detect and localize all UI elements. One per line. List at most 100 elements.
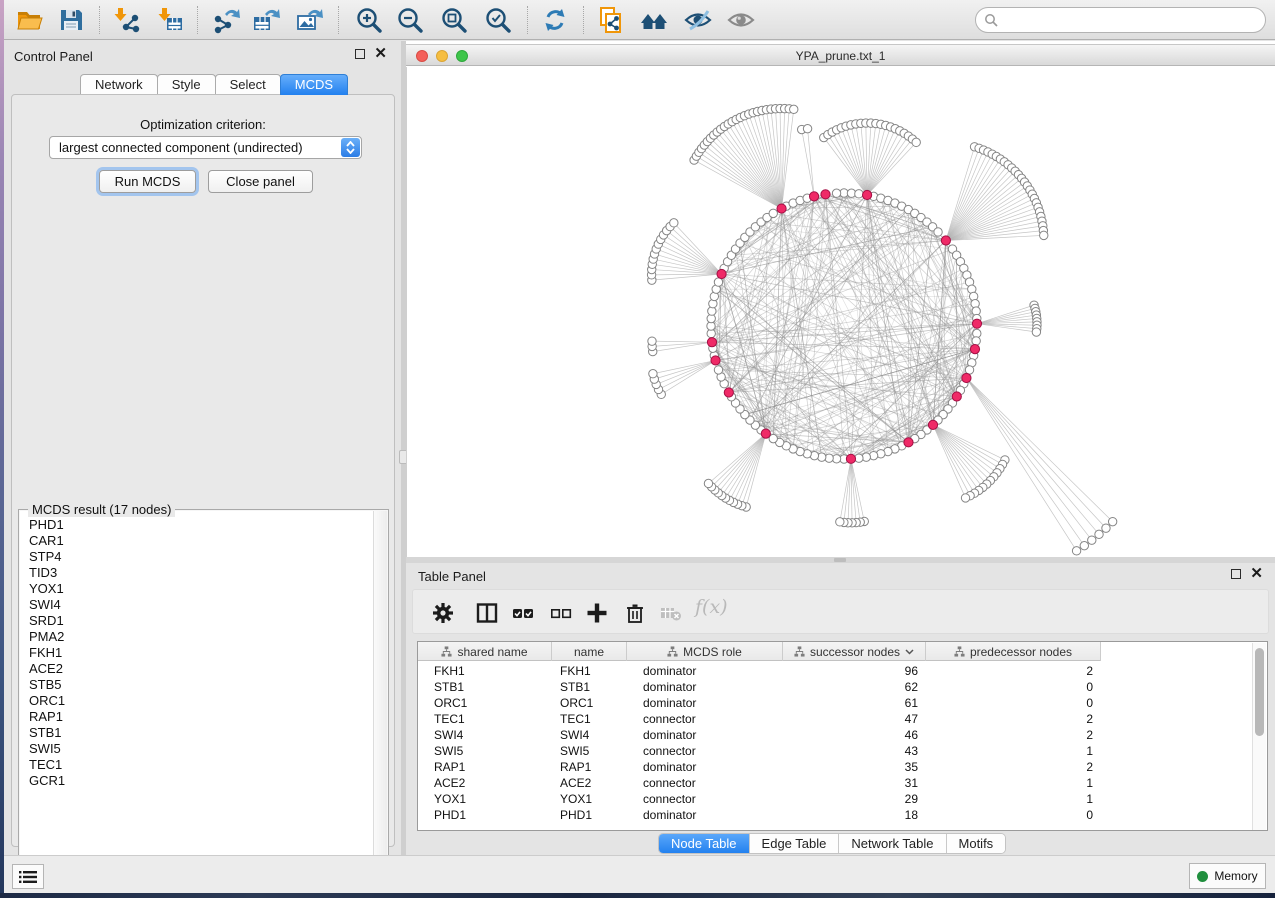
close-panel-button[interactable]: Close panel — [208, 170, 313, 193]
refresh-icon[interactable] — [540, 5, 570, 35]
export-image-icon[interactable] — [294, 5, 324, 35]
result-node-item[interactable]: STB1 — [20, 725, 372, 741]
network-canvas[interactable] — [406, 67, 1275, 557]
column-header-MCDS-role[interactable]: MCDS role — [627, 642, 783, 661]
table-row[interactable]: ACE2ACE2connector311 — [418, 775, 1101, 791]
cell-MCDS-role: dominator — [627, 807, 783, 823]
cell-shared-name: SWI5 — [418, 743, 552, 759]
column-header-predecessor-nodes[interactable]: predecessor nodes — [926, 642, 1101, 661]
table-type-tabs: Node TableEdge TableNetwork TableMotifs — [658, 833, 1006, 854]
result-node-item[interactable]: PHD1 — [20, 517, 372, 533]
column-header-shared-name[interactable]: shared name — [418, 642, 552, 661]
table-row[interactable]: SWI4SWI4dominator462 — [418, 727, 1101, 743]
cell-name: YOX1 — [552, 791, 627, 807]
optimization-criterion-dropdown[interactable]: largest connected component (undirected) — [49, 136, 362, 159]
task-history-button[interactable] — [12, 864, 44, 889]
tab-mcds[interactable]: MCDS — [280, 74, 348, 95]
table-row[interactable]: STB1STB1dominator620 — [418, 679, 1101, 695]
export-network-icon[interactable] — [211, 5, 241, 35]
import-table-icon[interactable] — [155, 5, 185, 35]
delete-column-icon[interactable] — [623, 601, 647, 625]
control-panel-tabs: NetworkStyleSelectMCDS — [80, 74, 347, 95]
cell-shared-name: SWI4 — [418, 727, 552, 743]
result-node-item[interactable]: RAP1 — [20, 709, 372, 725]
unselect-all-columns-icon[interactable] — [549, 601, 573, 625]
cell-successor-nodes: 62 — [783, 679, 926, 695]
table-row[interactable]: ORC1ORC1dominator610 — [418, 695, 1101, 711]
toolbar-separator — [99, 6, 100, 34]
result-node-item[interactable]: STP4 — [20, 549, 372, 565]
result-node-item[interactable]: STB5 — [20, 677, 372, 693]
tab-edge-table[interactable]: Edge Table — [750, 834, 840, 853]
hide-selected-icon[interactable] — [683, 5, 713, 35]
zoom-in-icon[interactable] — [354, 5, 384, 35]
table-settings-gear-icon[interactable] — [431, 601, 455, 625]
memory-status-icon — [1197, 871, 1208, 882]
desktop-wallpaper-bottom — [0, 893, 1275, 898]
mcds-tab-content: Optimization criterion: largest connecte… — [11, 94, 395, 847]
cell-shared-name: TEC1 — [418, 711, 552, 727]
select-all-columns-icon[interactable] — [511, 601, 535, 625]
table-row[interactable]: PHD1PHD1dominator180 — [418, 807, 1101, 823]
open-file-icon[interactable] — [14, 5, 44, 35]
search-input[interactable] — [975, 7, 1266, 33]
table-scrollbar-thumb[interactable] — [1255, 648, 1264, 736]
mcds-result-scrollbar[interactable] — [373, 511, 387, 873]
split-panel-icon[interactable] — [475, 601, 499, 625]
table-panel-title: Table Panel — [418, 569, 486, 584]
result-node-item[interactable]: ORC1 — [20, 693, 372, 709]
cell-shared-name: STB1 — [418, 679, 552, 695]
run-mcds-button[interactable]: Run MCDS — [99, 170, 196, 193]
tab-network-table[interactable]: Network Table — [839, 834, 946, 853]
table-row[interactable]: RAP1RAP1dominator352 — [418, 759, 1101, 775]
node-table: shared namenameMCDS rolesuccessor nodesp… — [417, 641, 1268, 831]
zoom-fit-icon[interactable] — [439, 5, 469, 35]
zoom-out-icon[interactable] — [395, 5, 425, 35]
column-header-name[interactable]: name — [552, 642, 627, 661]
float-panel-icon[interactable] — [355, 49, 365, 59]
memory-label: Memory — [1214, 869, 1257, 883]
cell-name: SWI5 — [552, 743, 627, 759]
mcds-result-list[interactable]: PHD1CAR1STP4TID3YOX1SWI4SRD1PMA2FKH1ACE2… — [20, 517, 372, 873]
network-window-titlebar[interactable]: YPA_prune.txt_1 — [406, 44, 1275, 66]
tab-style[interactable]: Style — [157, 74, 216, 95]
result-node-item[interactable]: SWI5 — [20, 741, 372, 757]
close-panel-icon[interactable]: ✕ — [374, 49, 387, 59]
tab-node-table[interactable]: Node Table — [659, 834, 750, 853]
create-column-icon[interactable] — [585, 601, 609, 625]
table-row[interactable]: YOX1YOX1connector291 — [418, 791, 1101, 807]
result-node-item[interactable]: ACE2 — [20, 661, 372, 677]
float-panel-icon[interactable] — [1231, 569, 1241, 579]
cell-successor-nodes: 18 — [783, 807, 926, 823]
cell-shared-name: ORC1 — [418, 695, 552, 711]
show-all-icon[interactable] — [726, 5, 756, 35]
result-node-item[interactable]: YOX1 — [20, 581, 372, 597]
new-network-from-selection-icon[interactable] — [596, 5, 626, 35]
result-node-item[interactable]: TEC1 — [20, 757, 372, 773]
close-panel-icon[interactable]: ✕ — [1250, 569, 1263, 579]
memory-button[interactable]: Memory — [1189, 863, 1266, 889]
result-node-item[interactable]: SRD1 — [20, 613, 372, 629]
list-icon — [19, 870, 37, 884]
tab-network[interactable]: Network — [80, 74, 158, 95]
table-scrollbar[interactable] — [1252, 643, 1266, 830]
table-row[interactable]: TEC1TEC1connector472 — [418, 711, 1101, 727]
zoom-selected-icon[interactable] — [483, 5, 513, 35]
result-node-item[interactable]: GCR1 — [20, 773, 372, 789]
first-neighbors-icon[interactable] — [639, 5, 669, 35]
dropdown-selected-value: largest connected component (undirected) — [50, 140, 341, 155]
result-node-item[interactable]: FKH1 — [20, 645, 372, 661]
table-row[interactable]: FKH1FKH1dominator962 — [418, 663, 1101, 679]
column-header-successor-nodes[interactable]: successor nodes — [783, 642, 926, 661]
export-table-icon[interactable] — [251, 5, 281, 35]
splitter-grip[interactable] — [834, 558, 846, 562]
result-node-item[interactable]: PMA2 — [20, 629, 372, 645]
result-node-item[interactable]: CAR1 — [20, 533, 372, 549]
tab-motifs[interactable]: Motifs — [947, 834, 1006, 853]
save-icon[interactable] — [56, 5, 86, 35]
result-node-item[interactable]: SWI4 — [20, 597, 372, 613]
tab-select[interactable]: Select — [215, 74, 281, 95]
result-node-item[interactable]: TID3 — [20, 565, 372, 581]
table-row[interactable]: SWI5SWI5connector431 — [418, 743, 1101, 759]
import-network-icon[interactable] — [111, 5, 141, 35]
